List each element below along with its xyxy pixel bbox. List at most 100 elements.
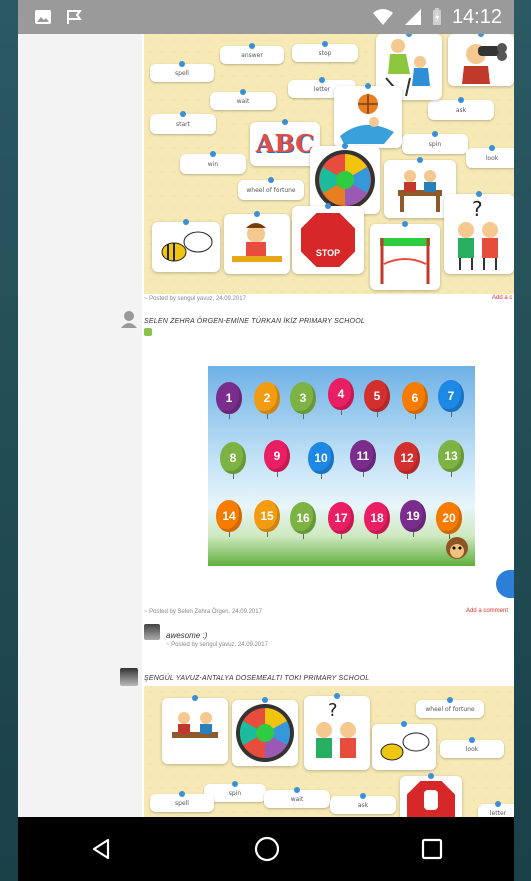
card-look[interactable]: look [466,145,514,168]
back-icon[interactable] [89,837,113,861]
chat-fab-button[interactable] [496,570,514,598]
card-wheel-label: wheel of fortune [246,186,296,194]
balloon-12-label: 12 [400,451,414,465]
balloon-3: 3 [290,382,316,419]
recent-apps-icon[interactable] [421,838,443,860]
default-avatar-icon [121,311,137,328]
balloon-4: 4 [328,378,354,415]
stop-sign-icon [299,211,357,269]
svg-text:?: ? [328,700,338,721]
card-start[interactable]: start [150,111,216,134]
web-content[interactable]: spell answer stop wait letter start ask … [18,34,514,817]
battery-charging-icon [432,8,441,25]
question-kids-icon: ? [316,700,356,758]
home-icon[interactable] [254,836,280,862]
balloon-8-label: 8 [229,451,237,465]
balloon-18: 18 [364,502,390,539]
no-signal-flag-icon [67,10,82,24]
pic-card-binoculars[interactable] [448,34,514,86]
balloon-10: 10 [308,442,334,479]
balloon-13: 13 [438,440,464,477]
card-letter-label-2: letter [489,809,507,817]
card-spin[interactable]: spin [402,131,468,154]
balloon-14-label: 14 [222,509,236,523]
post1-board[interactable]: spell answer stop wait letter start ask … [144,34,514,294]
balloon-9-label: 9 [273,449,281,463]
balloon-20-label: 20 [442,511,456,525]
balloon-11-label: 11 [356,449,370,463]
side-panel [18,34,142,817]
balloon-8: 8 [220,442,246,479]
post1-add-comment-link[interactable]: Add a c [492,295,512,301]
status-bar: 14:12 [18,0,514,34]
question-kids-icon: ? [458,197,498,270]
balloon-11: 11 [350,440,376,477]
image-icon [35,10,51,24]
pic-card-reading-kids-2[interactable] [162,695,228,764]
balloon-4-label: 4 [337,387,345,401]
pic-card-stop-sign[interactable]: STOP [292,203,364,274]
pic-card-wheel-of-fortune-2[interactable] [232,697,298,766]
card-spin-label: spin [428,140,442,148]
wifi-icon [372,9,393,25]
card-letter-2[interactable]: letter [478,801,514,817]
card-start-label: start [176,120,190,128]
balloon-6: 6 [402,382,428,419]
stop-sign-label: STOP [315,248,341,258]
pic-card-wheel-of-fortune[interactable] [310,143,380,214]
balloon-6-label: 6 [411,391,419,405]
android-nav-bar [18,817,514,881]
kids-reading-icon [172,712,218,738]
wheel-of-fortune-icon [315,150,375,210]
card-wait[interactable]: wait [210,89,276,110]
card-letter-label: letter [313,85,331,93]
post2-edit-icon[interactable] [144,328,152,336]
card-wait-label-2: wait [290,795,304,803]
card-spell-label-2: spell [175,799,189,807]
pic-card-question-kids[interactable]: ? [444,191,514,274]
balloon-2: 2 [254,382,280,419]
pic-card-writing-girl[interactable] [224,211,290,274]
comment-text: awesome :) [166,631,208,640]
pic-card-bee-2[interactable] [372,721,436,770]
card-wait-2[interactable]: wait [264,787,330,808]
balloon-1: 1 [216,382,242,419]
card-spin-label-2: spin [228,789,242,797]
bee-icon [161,231,213,262]
bee-icon [380,732,430,761]
post2-meta: ~ Posted by Selen Zehra Örgen, 24.09.201… [144,609,262,615]
card-ask-label: ask [455,106,467,114]
monkey-icon [446,537,468,559]
card-ask[interactable]: ask [428,97,494,120]
card-answer[interactable]: answer [220,43,284,64]
post2-add-comment-link[interactable]: Add a comment [466,608,508,614]
card-ask-2[interactable]: ask [330,793,396,814]
pic-card-stop-hand[interactable] [400,773,462,817]
pic-card-bee[interactable] [152,219,220,272]
card-wait-label: wait [236,97,250,105]
post3-avatar [120,668,138,686]
card-look-2[interactable]: look [440,737,504,758]
card-stop[interactable]: stop [292,41,358,62]
pic-card-basketball[interactable] [334,83,402,148]
card-spell-2[interactable]: spell [150,791,214,812]
card-win-label: win [207,160,219,168]
balloon-10-label: 10 [314,451,328,465]
card-ask-label-2: ask [357,801,369,809]
pic-card-finish-line[interactable] [370,221,440,290]
post3-board[interactable]: ? wheel of fortune look spin spell wait … [144,686,514,817]
card-spell-label: spell [175,69,189,77]
balloon-5-label: 5 [373,389,381,403]
card-spell[interactable]: spell [150,61,214,82]
balloon-17-label: 17 [334,511,348,525]
pic-card-question-kids-2[interactable]: ? [304,693,370,770]
card-win[interactable]: win [180,151,246,174]
card-answer-label: answer [241,51,263,59]
balloon-16: 16 [290,502,316,539]
card-wheel-of-fortune-2[interactable]: wheel of fortune [416,697,484,718]
card-wheel-of-fortune[interactable]: wheel of fortune [238,177,304,200]
balloon-numbers-image[interactable]: 1 2 3 4 5 6 7 8 9 10 11 12 13 14 15 16 1… [208,366,475,566]
post3-title: ŞENGÜL YAVUZ-ANTALYA DOSEMEALTI TOKI PRI… [144,675,370,682]
card-look-label-2: look [465,745,479,753]
balloon-2-label: 2 [263,391,271,405]
